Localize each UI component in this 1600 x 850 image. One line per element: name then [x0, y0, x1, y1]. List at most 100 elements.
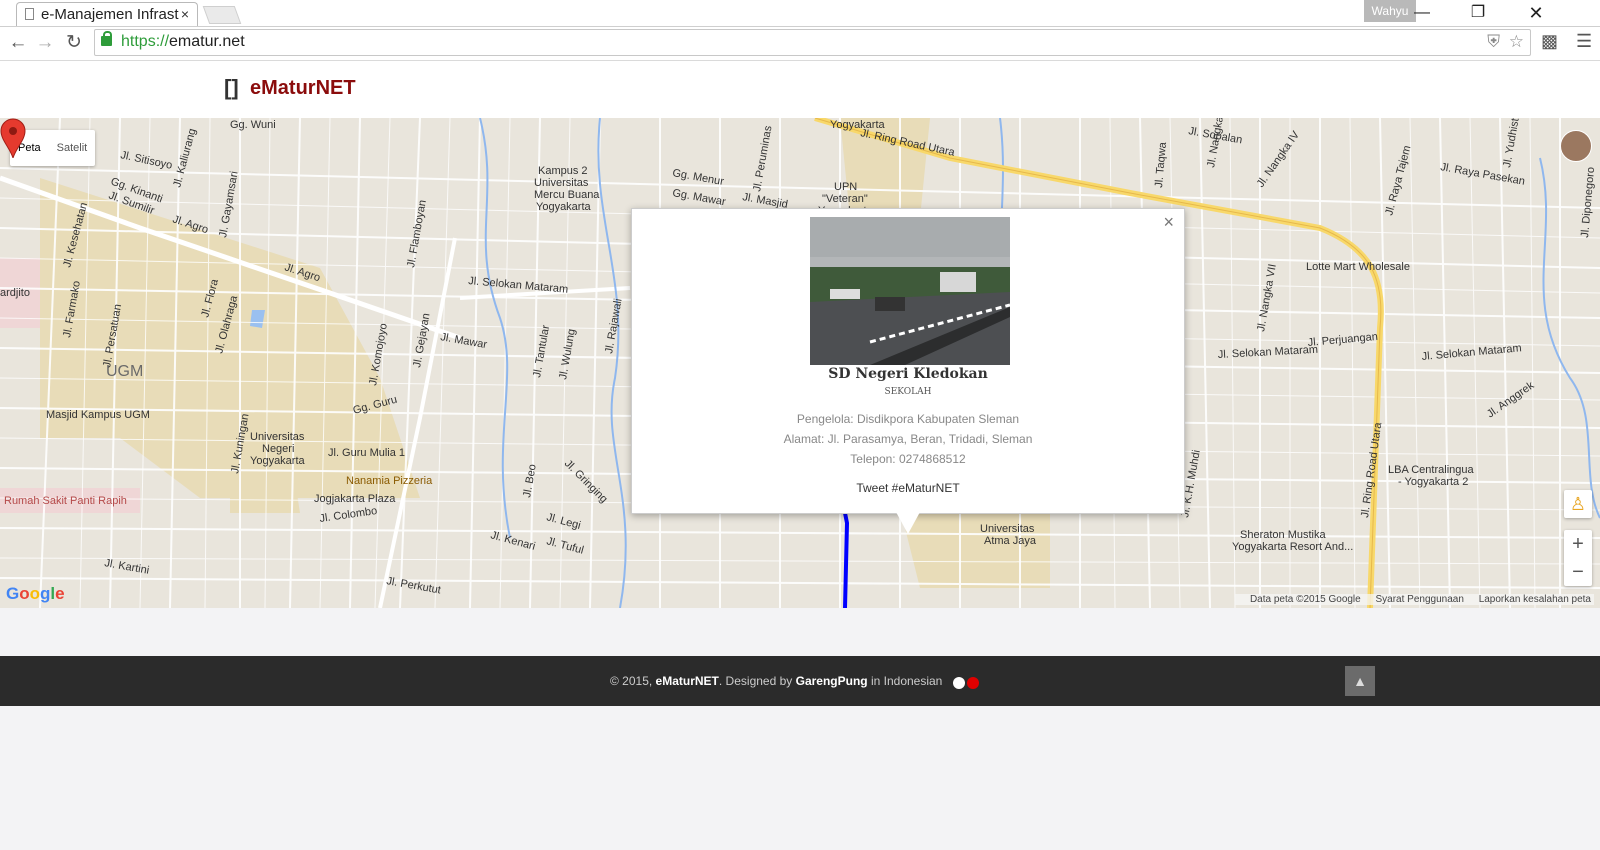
- info-window: × SD Negeri Kledokan SEKOLAH Pengelola: …: [631, 208, 1185, 514]
- designer-link[interactable]: GarengPung: [796, 674, 868, 688]
- map-label: Jl. Beo: [521, 463, 539, 498]
- google-logo[interactable]: Google: [6, 584, 65, 604]
- map-label: Jl. Yudhistira: [1501, 118, 1524, 169]
- zoom-out-button[interactable]: −: [1564, 558, 1592, 586]
- footer-credits: © 2015, eMaturNET. Designed by GarengPun…: [610, 674, 942, 688]
- map-label: Jl. Mawar: [439, 331, 488, 351]
- avatar[interactable]: [1560, 130, 1592, 162]
- forward-icon[interactable]: →: [33, 31, 57, 55]
- map-type-satelit[interactable]: Satelit: [49, 130, 96, 166]
- map-label: Gg. Wuni: [230, 119, 276, 131]
- new-tab-button[interactable]: [202, 6, 242, 24]
- flag-white-dot: [953, 677, 965, 689]
- address-bar[interactable]: https://ematur.net ⛨ ☆: [94, 29, 1531, 56]
- zoom-in-button[interactable]: +: [1564, 530, 1592, 558]
- reload-icon[interactable]: ↻: [62, 31, 86, 55]
- map-label: - Yogyakarta 2: [1398, 476, 1468, 488]
- tweet-link[interactable]: Tweet #eMaturNET: [632, 481, 1184, 495]
- map-label: Jl. Flamboyan: [405, 199, 429, 269]
- map-label: Jl. Rajawali: [603, 298, 624, 355]
- shield-icon[interactable]: ⛨: [1487, 32, 1500, 52]
- flag-red-dot: [967, 677, 979, 689]
- map-label: Jl. Taqwa: [1153, 141, 1169, 188]
- url-text: https://ematur.net: [121, 33, 245, 50]
- menu-icon[interactable]: ☰: [1576, 31, 1592, 52]
- site-header: [] eMaturNET: [0, 61, 1600, 118]
- tab-close-icon[interactable]: ×: [181, 6, 189, 22]
- map-label: Jl. Nangka IV: [1255, 129, 1303, 190]
- map-data-credit: Data peta ©2015 Google: [1249, 594, 1361, 605]
- map-label: Jl. Tuful: [545, 535, 585, 556]
- map-label: Jl. Perkutut: [385, 575, 441, 596]
- map-label: Masjid Kampus UGM: [46, 409, 150, 421]
- page-icon: [25, 8, 34, 20]
- map-label: Universitas: [980, 523, 1035, 535]
- map-label: Jl. Wulung: [557, 328, 578, 380]
- map-label: Gg. Mawar: [671, 187, 726, 208]
- pegman-icon[interactable]: ♙: [1564, 490, 1592, 518]
- map-label: Jl. Gringing: [562, 458, 610, 506]
- lock-icon: [101, 31, 112, 46]
- map-label: Nanamia Pizzeria: [346, 475, 433, 487]
- map-attribution: Data peta ©2015 Google Syarat Penggunaan…: [1234, 594, 1594, 605]
- site-footer: © 2015, eMaturNET. Designed by GarengPun…: [0, 656, 1600, 706]
- map-label: Jogjakarta Plaza: [314, 493, 396, 505]
- logo-icon[interactable]: []: [224, 75, 239, 101]
- browser-toolbar: ← → ↻ https://ematur.net ⛨ ☆ ▩ ☰: [0, 27, 1600, 61]
- designed-by-text: . Designed by: [718, 674, 796, 688]
- language-prefix: in: [867, 674, 884, 688]
- map-marker-icon[interactable]: [0, 118, 26, 158]
- map-label: Yogyakarta: [250, 455, 306, 467]
- browser-tab[interactable]: e-Manajemen Infrast ×: [16, 2, 198, 26]
- map[interactable]: Jl. Ring Road Utara Kampus 2 Universitas…: [0, 118, 1600, 608]
- site-brand[interactable]: eMaturNET: [250, 77, 356, 100]
- map-label: Kampus 2: [538, 165, 588, 177]
- map-label: ardjito: [0, 287, 30, 299]
- copyright-text: © 2015,: [610, 674, 656, 688]
- scroll-to-top-button[interactable]: ▲: [1345, 666, 1375, 696]
- minimize-icon[interactable]: —: [1394, 0, 1450, 26]
- map-label: Jl. Diponegoro: [1579, 167, 1597, 239]
- bookmark-star-icon[interactable]: ☆: [1509, 32, 1524, 52]
- map-label: Yogyakarta: [830, 119, 886, 131]
- map-label: Jl. Peruminas: [751, 124, 774, 192]
- map-label: Sheraton Mustika: [1240, 529, 1326, 541]
- map-label: "Veteran": [822, 193, 868, 205]
- location-phone: Telepon: 0274868512: [850, 452, 966, 466]
- map-label: Jl. Ring Road Utara: [1359, 421, 1384, 519]
- location-address: Alamat: Jl. Parasamya, Beran, Tridadi, S…: [783, 432, 1033, 446]
- map-label: LBA Centralingua: [1388, 464, 1474, 476]
- map-label: Universitas: [534, 177, 589, 189]
- report-error-link[interactable]: Laporkan kesalahan peta: [1479, 594, 1591, 605]
- map-label: Lotte Mart Wholesale: [1306, 261, 1410, 273]
- info-window-tail: [896, 512, 920, 534]
- map-label: Mercu Buana: [534, 189, 600, 201]
- map-label: Jl. Nangka VII: [1255, 263, 1279, 333]
- map-label: Jl. Kenari: [489, 529, 536, 552]
- location-category: SEKOLAH: [884, 387, 932, 397]
- map-label: Jl. Anggrek: [1485, 379, 1537, 420]
- back-icon[interactable]: ←: [6, 31, 30, 55]
- info-window-close-icon[interactable]: ×: [1163, 212, 1174, 233]
- tab-strip: e-Manajemen Infrast × Wahyu — ❐ ✕: [0, 0, 1600, 27]
- map-label: Universitas: [250, 431, 305, 443]
- close-icon[interactable]: ✕: [1508, 0, 1564, 26]
- restore-icon[interactable]: ❐: [1450, 0, 1506, 26]
- zoom-control: + −: [1564, 530, 1592, 586]
- terms-link[interactable]: Syarat Penggunaan: [1376, 594, 1464, 605]
- language-text: Indonesian: [883, 674, 943, 688]
- map-label: Jl. Selokan Mataram: [1421, 342, 1522, 363]
- footer-brand-link[interactable]: eMaturNET: [656, 674, 719, 688]
- map-label: Jl. Raya Tajem: [1383, 144, 1413, 217]
- language-flag-icon[interactable]: [953, 676, 981, 694]
- map-label: Negeri: [262, 443, 294, 455]
- tab-title: e-Manajemen Infrast: [41, 6, 179, 23]
- map-label: Jl. Guru Mulia 1: [328, 447, 405, 459]
- map-label: Atma Jaya: [984, 535, 1037, 547]
- map-label: Yogyakarta: [536, 201, 592, 213]
- location-photo: [810, 217, 1010, 365]
- map-label: Rumah Sakit Panti Rapih: [4, 495, 127, 507]
- extension-icon[interactable]: ▩: [1541, 31, 1558, 52]
- map-label: UPN: [834, 181, 857, 193]
- map-label: Jl. Sitisoyo: [119, 149, 173, 172]
